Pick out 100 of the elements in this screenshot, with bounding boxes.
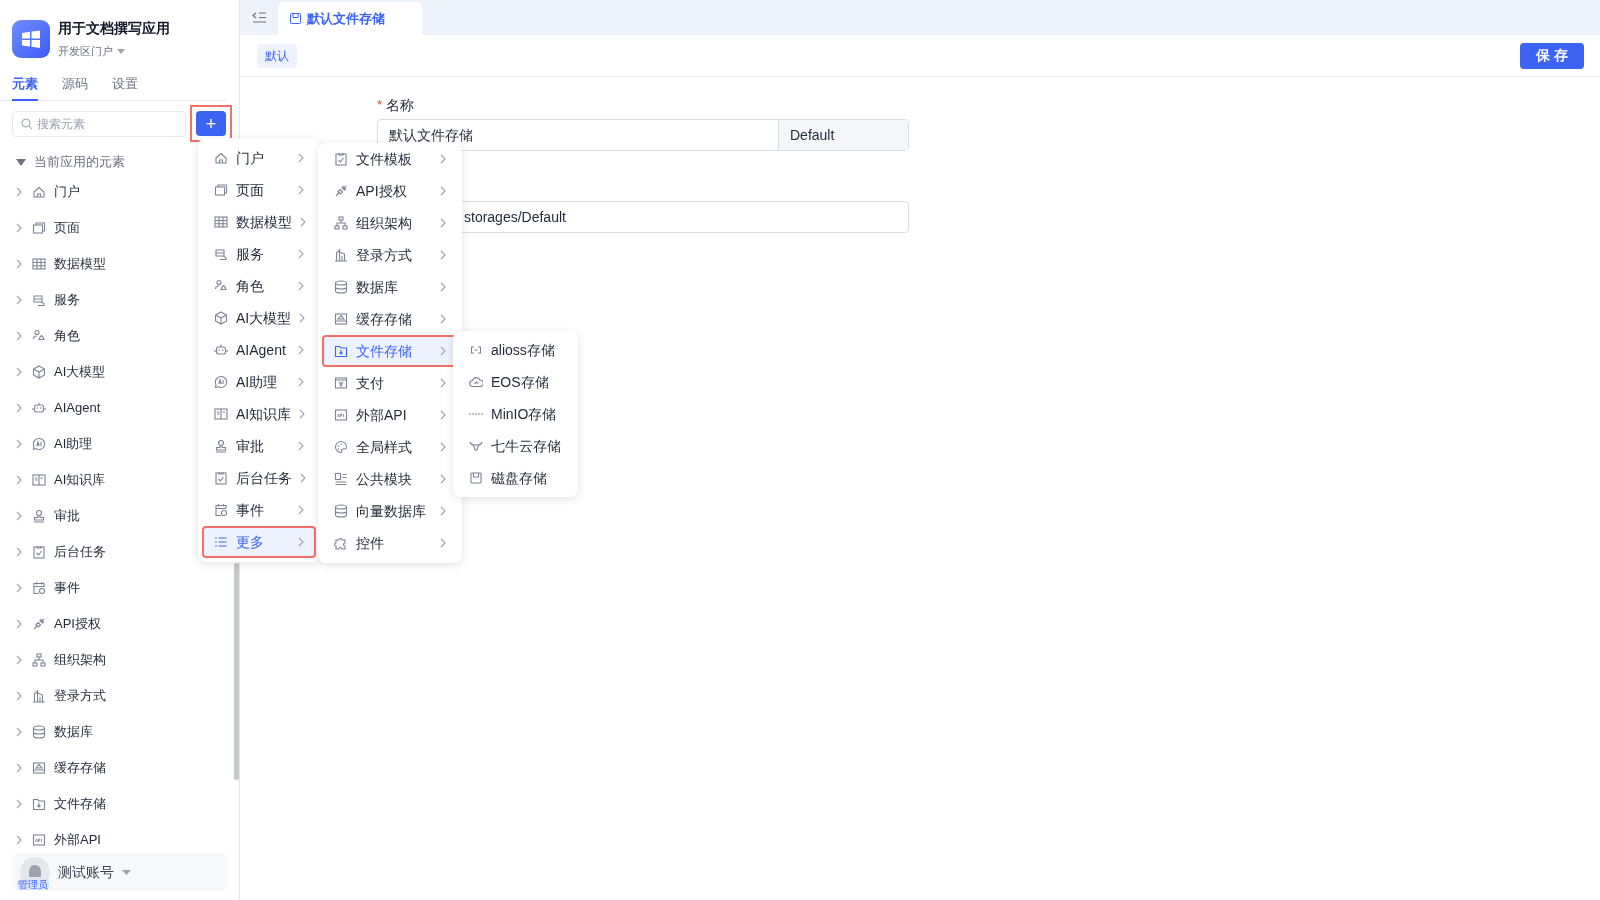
menu-item[interactable]: AI知识库 <box>202 398 316 430</box>
chevron-right-icon[interactable] <box>16 295 22 305</box>
tree-item[interactable]: 事件 <box>54 578 80 598</box>
tree-item[interactable]: 角色 <box>54 326 80 346</box>
menu-item[interactable]: 审批 <box>202 430 316 462</box>
clipboard-icon <box>334 152 348 166</box>
chevron-right-icon <box>440 410 446 420</box>
cloud-icon <box>469 375 483 389</box>
menu-item[interactable]: 向量数据库 <box>322 495 458 527</box>
drive-icon <box>334 312 348 326</box>
menu-item[interactable]: 数据库 <box>322 271 458 303</box>
menu-item[interactable]: 门户 <box>202 142 316 174</box>
tree-item[interactable]: AI助理 <box>54 434 93 454</box>
book-icon <box>32 473 46 487</box>
tree-item[interactable]: 外部API <box>54 830 101 850</box>
chevron-right-icon <box>440 506 446 516</box>
chevron-right-icon[interactable] <box>16 223 22 233</box>
chevron-right-icon[interactable] <box>16 331 22 341</box>
tree-item[interactable]: 缓存存储 <box>54 758 106 778</box>
menu-item[interactable]: AIAgent <box>202 334 316 366</box>
menu-item[interactable]: 页面 <box>202 174 316 206</box>
tree-item[interactable]: 服务 <box>54 290 80 310</box>
save-button[interactable]: 保 存 <box>1520 42 1584 69</box>
tree-item[interactable]: 登录方式 <box>54 686 106 706</box>
chevron-right-icon[interactable] <box>16 727 22 737</box>
chevron-right-icon[interactable] <box>16 763 22 773</box>
menu-item[interactable]: 公共模块 <box>322 463 458 495</box>
tree-item[interactable]: 数据库 <box>54 722 93 742</box>
add-button[interactable]: + <box>196 111 226 136</box>
chevron-right-icon[interactable] <box>16 547 22 557</box>
tree-item[interactable]: AI知识库 <box>54 470 106 490</box>
chevron-right-icon[interactable] <box>16 583 22 593</box>
menu-item[interactable]: AI助理 <box>202 366 316 398</box>
org-chart-icon <box>334 216 348 230</box>
tree-header[interactable]: 当前应用的元素 <box>34 152 125 172</box>
menu-item[interactable]: 数据模型 <box>202 206 316 238</box>
menu-item[interactable]: EOS存储 <box>457 366 574 398</box>
chevron-right-icon[interactable] <box>16 475 22 485</box>
scrollbar[interactable] <box>234 563 239 780</box>
tree-item[interactable]: 文件存储 <box>54 794 106 814</box>
tree-item[interactable]: 组织架构 <box>54 650 106 670</box>
ai-bubble-icon <box>214 375 228 389</box>
chevron-right-icon <box>298 249 304 259</box>
menu-item[interactable]: 后台任务 <box>202 462 316 494</box>
tree-item[interactable]: 页面 <box>54 218 80 238</box>
menu-item[interactable]: 事件 <box>202 494 316 526</box>
menu-item[interactable]: 七牛云存储 <box>457 430 574 462</box>
chevron-right-icon <box>440 474 446 484</box>
chevron-right-icon[interactable] <box>16 367 22 377</box>
chevron-right-icon[interactable] <box>16 655 22 665</box>
tree-item[interactable]: 审批 <box>54 506 80 526</box>
tree-item[interactable]: AI大模型 <box>54 362 106 382</box>
cube-icon <box>214 311 228 325</box>
search-field[interactable]: 搜索元素 <box>12 110 186 137</box>
tree-item[interactable]: 门户 <box>54 182 80 202</box>
sidebar-tab[interactable]: 设置 <box>112 73 138 101</box>
editor-tab[interactable]: 默认文件存储 <box>278 2 422 35</box>
menu-item[interactable]: MinIO存储 <box>457 398 574 430</box>
menu-item[interactable]: 更多 <box>202 526 316 558</box>
menu-item[interactable]: 磁盘存储 <box>457 462 574 494</box>
chevron-right-icon <box>300 217 306 227</box>
tree-item[interactable]: API授权 <box>54 614 101 634</box>
caret-icon <box>122 869 131 875</box>
required-mark: * <box>377 96 383 115</box>
org-chart-icon <box>32 653 46 667</box>
tree-item[interactable]: 后台任务 <box>54 542 106 562</box>
menu-item[interactable]: 全局样式 <box>322 431 458 463</box>
menu-item[interactable]: alioss存储 <box>457 334 574 366</box>
link-icon <box>334 184 348 198</box>
chevron-right-icon[interactable] <box>16 439 22 449</box>
payment-icon <box>334 376 348 390</box>
stamp-icon <box>32 509 46 523</box>
menu-item[interactable]: 服务 <box>202 238 316 270</box>
menu-item[interactable]: 外部API <box>322 399 458 431</box>
menu-item[interactable]: 登录方式 <box>322 239 458 271</box>
menu-item[interactable]: 支付 <box>322 367 458 399</box>
menu-item[interactable]: 缓存存储 <box>322 303 458 335</box>
chevron-right-icon[interactable] <box>16 259 22 269</box>
chevron-right-icon[interactable] <box>16 835 22 845</box>
portal-selector[interactable]: 开发区门户 <box>58 43 113 60</box>
menu-item[interactable]: 文件模板 <box>322 143 458 175</box>
chevron-right-icon[interactable] <box>16 403 22 413</box>
sidebar-tab[interactable]: 源码 <box>62 73 88 101</box>
collapse-icon[interactable] <box>252 12 266 23</box>
menu-item[interactable]: 角色 <box>202 270 316 302</box>
menu-item[interactable]: AI大模型 <box>202 302 316 334</box>
sidebar-tab[interactable]: 元素 <box>12 73 38 101</box>
tree-item[interactable]: 数据模型 <box>54 254 106 274</box>
chevron-right-icon[interactable] <box>16 511 22 521</box>
menu-item[interactable]: 控件 <box>322 527 458 559</box>
caret-icon[interactable] <box>16 158 26 166</box>
chevron-right-icon[interactable] <box>16 187 22 197</box>
ai-bubble-icon <box>32 437 46 451</box>
tree-item[interactable]: AIAgent <box>54 398 101 418</box>
chevron-right-icon[interactable] <box>16 691 22 701</box>
chevron-right-icon[interactable] <box>16 799 22 809</box>
chevron-right-icon <box>299 313 306 323</box>
user-card[interactable]: 管理员 测试账号 <box>12 853 228 891</box>
chevron-right-icon[interactable] <box>16 619 22 629</box>
app-logo-icon <box>12 19 50 58</box>
